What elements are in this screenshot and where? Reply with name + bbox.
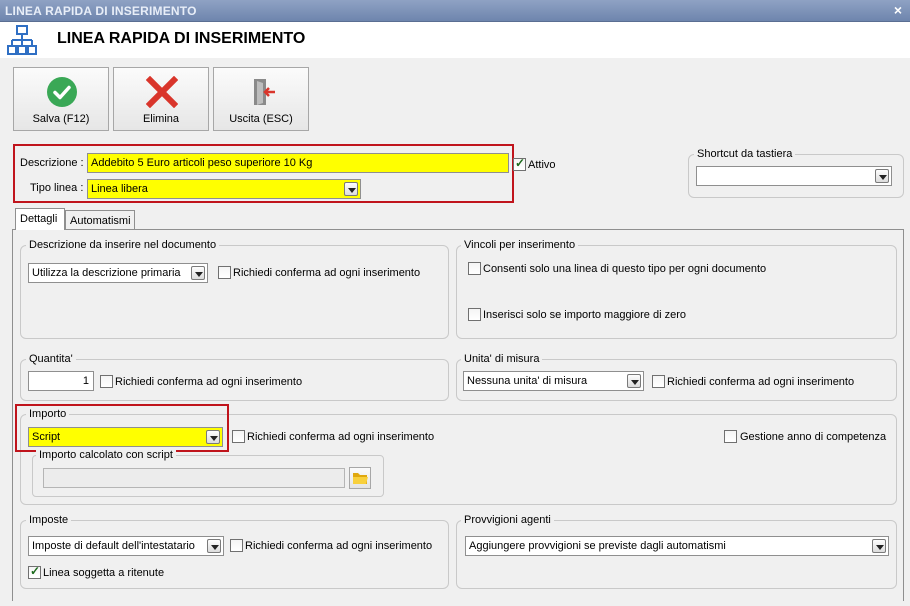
importo-script-input[interactable] [43, 468, 345, 488]
network-structure-icon [7, 25, 37, 55]
imposte-confirm-label: Richiedi conferma ad ogni inserimento [245, 540, 433, 552]
descrizione-input[interactable]: Addebito 5 Euro articoli peso superiore … [87, 153, 509, 173]
gestione-anno-label: Gestione anno di competenza [740, 431, 887, 443]
exit-door-icon [254, 79, 275, 105]
save-label: Salva (F12) [32, 113, 90, 125]
imposte-select[interactable]: Imposte di default dell'intestatario [28, 536, 224, 556]
provvigioni-title: Provvigioni agenti [461, 514, 554, 526]
unita-confirm-label: Richiedi conferma ad ogni inserimento [667, 376, 855, 388]
quantita-confirm-checkbox[interactable] [100, 375, 113, 388]
save-button[interactable]: Salva (F12) [13, 67, 109, 131]
window-title: LINEA RAPIDA DI INSERIMENTO [5, 4, 197, 18]
chevron-down-icon[interactable] [875, 169, 889, 183]
chevron-down-icon[interactable] [872, 539, 886, 553]
vincoli-opt1-label: Consenti solo una linea di questo tipo p… [483, 263, 767, 275]
delete-x-icon [146, 76, 178, 108]
quantita-title: Quantita' [26, 353, 76, 365]
descrizione-documento-value: Utilizza la descrizione primaria [32, 267, 181, 279]
ritenute-label: Linea soggetta a ritenute [43, 567, 165, 579]
tab-automatismi[interactable]: Automatismi [65, 210, 135, 230]
unita-select[interactable]: Nessuna unita' di misura [463, 371, 644, 391]
chevron-down-icon[interactable] [344, 182, 358, 196]
importo-confirm-checkbox[interactable] [232, 430, 245, 443]
importo-value: Script [32, 431, 61, 443]
descrizione-value: Addebito 5 Euro articoli peso superiore … [91, 157, 313, 169]
descrizione-label: Descrizione : [20, 157, 84, 169]
exit-button[interactable]: Uscita (ESC) [213, 67, 309, 131]
descrizione-documento-select[interactable]: Utilizza la descrizione primaria [28, 263, 208, 283]
ritenute-checkbox[interactable] [28, 564, 41, 579]
descrizione-documento-group [20, 245, 449, 339]
unita-title: Unita' di misura [461, 353, 543, 365]
close-icon[interactable]: × [894, 2, 902, 18]
shortcut-title: Shortcut da tastiera [694, 148, 796, 160]
unita-confirm-checkbox[interactable] [652, 375, 665, 388]
chevron-down-icon[interactable] [206, 430, 220, 444]
header: LINEA RAPIDA DI INSERIMENTO [0, 22, 910, 58]
unita-value: Nessuna unita' di misura [467, 375, 588, 387]
vincoli-group [456, 245, 897, 339]
chevron-down-icon[interactable] [191, 266, 205, 280]
exit-label: Uscita (ESC) [229, 113, 293, 125]
importo-select[interactable]: Script [28, 427, 223, 447]
vincoli-opt2-checkbox[interactable] [468, 308, 481, 321]
vincoli-opt1-checkbox[interactable] [468, 262, 481, 275]
imposte-confirm-checkbox[interactable] [230, 539, 243, 552]
provvigioni-value: Aggiungere provvigioni se previste dagli… [469, 540, 726, 552]
provvigioni-select[interactable]: Aggiungere provvigioni se previste dagli… [465, 536, 889, 556]
quantita-input[interactable]: 1 [28, 371, 94, 391]
imposte-value: Imposte di default dell'intestatario [32, 540, 195, 552]
shortcut-select[interactable] [696, 166, 892, 186]
tab-automatismi-label: Automatismi [70, 215, 131, 227]
page-title: LINEA RAPIDA DI INSERIMENTO [57, 30, 306, 47]
window-titlebar: LINEA RAPIDA DI INSERIMENTO × [0, 0, 910, 22]
delete-button[interactable]: Elimina [113, 67, 209, 131]
imposte-title: Imposte [26, 514, 72, 526]
gestione-anno-checkbox[interactable] [724, 430, 737, 443]
delete-label: Elimina [142, 113, 180, 125]
tab-dettagli-label: Dettagli [20, 213, 58, 225]
descrizione-confirm-checkbox[interactable] [218, 266, 231, 279]
tipo-linea-label: Tipo linea : [30, 182, 84, 194]
checkmark-icon [47, 77, 77, 107]
browse-button[interactable] [349, 467, 371, 489]
quantita-confirm-label: Richiedi conferma ad ogni inserimento [115, 376, 303, 388]
tipo-linea-value: Linea libera [91, 183, 148, 195]
tipo-linea-select[interactable]: Linea libera [87, 179, 361, 199]
attivo-checkbox[interactable] [513, 156, 526, 171]
importo-confirm-label: Richiedi conferma ad ogni inserimento [247, 431, 435, 443]
vincoli-title: Vincoli per inserimento [461, 239, 579, 251]
folder-icon [353, 473, 368, 484]
descrizione-confirm-label: Richiedi conferma ad ogni inserimento [233, 267, 421, 279]
chevron-down-icon[interactable] [207, 539, 221, 553]
importo-script-title: Importo calcolato con script [36, 449, 176, 461]
chevron-down-icon[interactable] [627, 374, 641, 388]
descrizione-documento-title: Descrizione da inserire nel documento [26, 239, 220, 251]
vincoli-opt2-label: Inserisci solo se importo maggiore di ze… [483, 309, 686, 321]
quantita-value: 1 [82, 375, 89, 387]
tab-dettagli[interactable]: Dettagli [15, 208, 65, 230]
attivo-label: Attivo [528, 159, 556, 171]
